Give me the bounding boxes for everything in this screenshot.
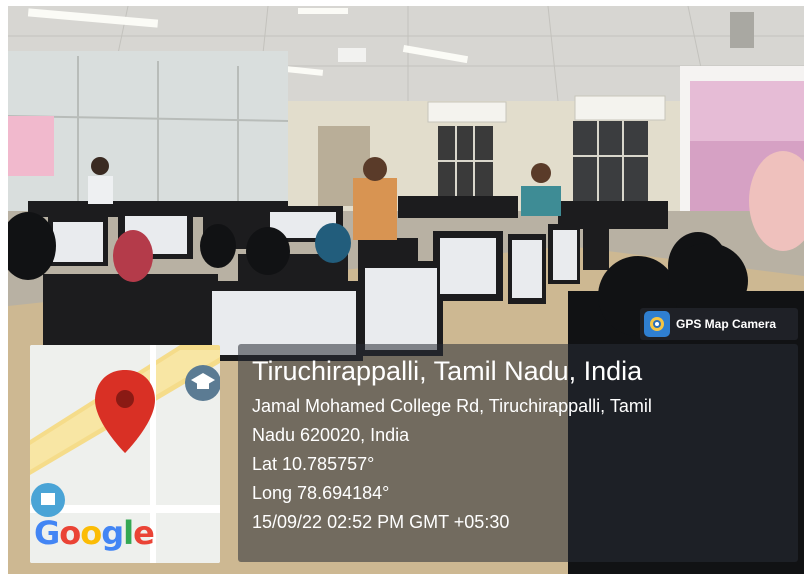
location-caption: Tiruchirappalli, Tamil Nadu, India Jamal… — [238, 344, 798, 562]
camera-icon — [644, 311, 670, 337]
gps-map-camera-badge: GPS Map Camera — [640, 308, 798, 340]
address-line-1: Jamal Mohamed College Rd, Tiruchirappall… — [252, 396, 652, 416]
google-logo: Google — [34, 514, 155, 552]
location-city: Tiruchirappalli, Tamil Nadu, India — [252, 356, 643, 386]
timestamp: 15/09/22 02:52 PM GMT +05:30 — [252, 512, 510, 532]
graduation-cap-icon — [185, 365, 220, 401]
address-line-2: Nadu 620020, India — [252, 425, 410, 445]
map-poi-icon — [31, 483, 65, 517]
badge-label: GPS Map Camera — [676, 317, 777, 331]
latitude: Lat 10.785757° — [252, 454, 375, 474]
longitude: Long 78.694184° — [252, 483, 390, 503]
